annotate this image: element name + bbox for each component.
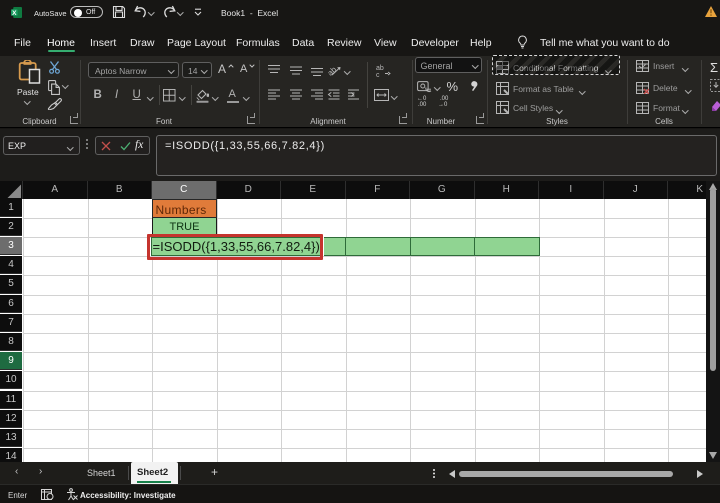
svg-text:X: X bbox=[12, 10, 17, 17]
svg-text:c: c bbox=[376, 72, 380, 77]
svg-text:ab: ab bbox=[376, 65, 384, 72]
